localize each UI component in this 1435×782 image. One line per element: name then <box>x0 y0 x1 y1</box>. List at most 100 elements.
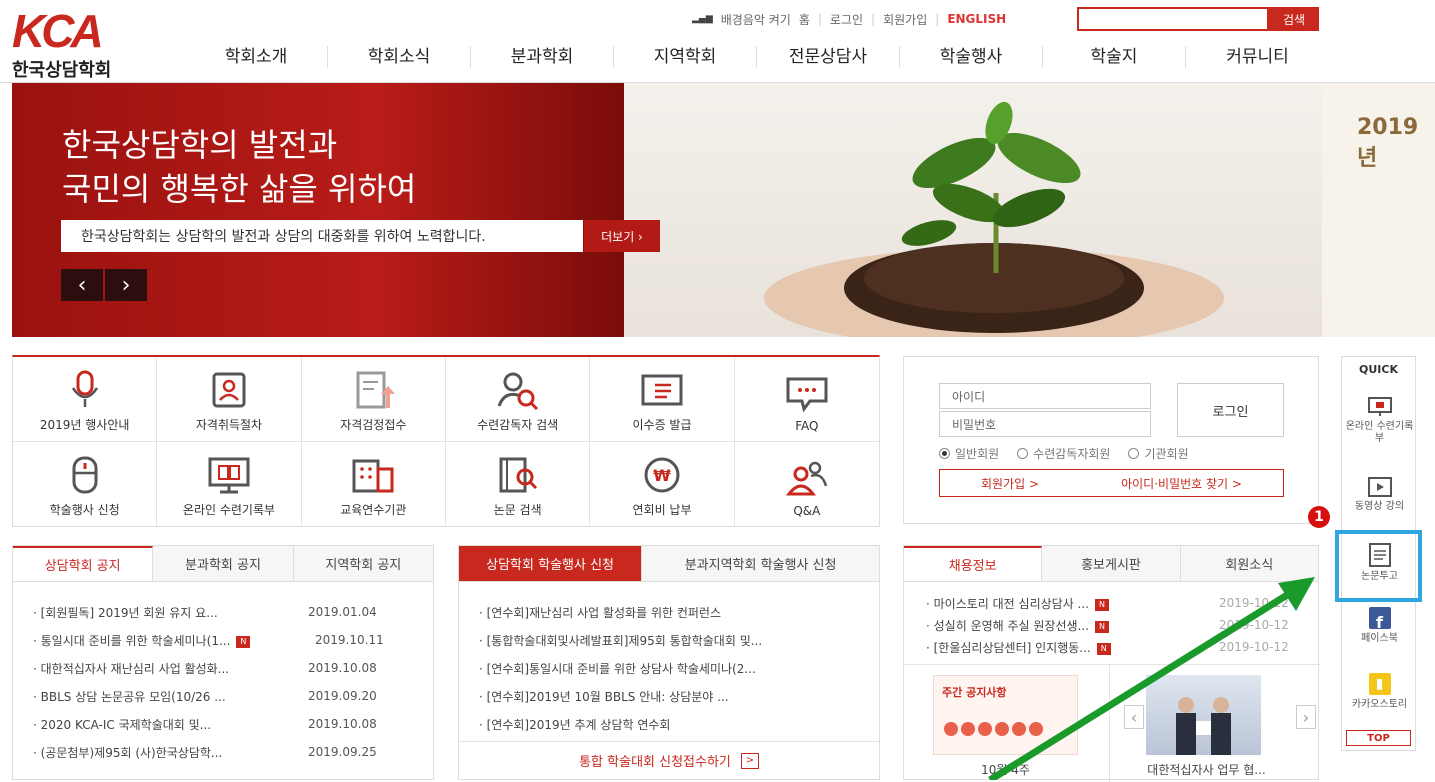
quick-service-grid: 2019년 행사안내 자격취득절차 자격검정접수 수련감독자 검색 이수증 발급… <box>12 355 880 527</box>
nav-regions[interactable]: 지역학회 <box>614 46 757 68</box>
radio-label: 기관회원 <box>1144 447 1189 461</box>
won-coin-icon: ₩ <box>644 457 680 493</box>
list-item[interactable]: · BBLS 상담 논문공유 모임(10/26 ... 2019.09.20 <box>33 682 423 710</box>
util-home[interactable]: 홈 <box>799 11 810 28</box>
tab-region-notice[interactable]: 지역학회 공지 <box>293 546 433 581</box>
mouse-icon <box>72 456 98 494</box>
banner-controls: ‹ › <box>61 269 147 301</box>
quick-facebook[interactable]: f 페이스북 <box>1342 607 1417 645</box>
divider: | <box>817 12 822 26</box>
main-nav: 학회소개 학회소식 분과학회 지역학회 전문상담사 학술행사 학술지 커뮤니티 <box>185 44 1329 70</box>
find-account-link[interactable]: 아이디·비밀번호 찾기 > <box>1121 475 1242 492</box>
login-box: 아이디 비밀번호 로그인 일반회원 수련감독자회원 기관회원 회원가입 > 아이… <box>903 356 1319 524</box>
banner-prev-button[interactable]: ‹ <box>61 269 103 301</box>
tab-division-notice[interactable]: 분과학회 공지 <box>153 546 294 581</box>
list-item[interactable]: · [회원필독] 2019년 회원 유지 요... 2019.01.04 <box>33 598 423 626</box>
banner-more-button[interactable]: 더보기 › <box>584 220 660 252</box>
back-to-top-button[interactable]: TOP <box>1346 730 1411 746</box>
nav-events[interactable]: 학술행사 <box>900 46 1043 68</box>
svg-text:₩: ₩ <box>653 466 671 485</box>
service-events-guide[interactable]: 2019년 행사안내 <box>13 357 158 442</box>
logo-mark: KCA <box>12 5 104 57</box>
item-title: · [연수회]2019년 10월 BBLS 안내: 상담분야 ... <box>479 689 729 704</box>
music-icon[interactable]: ▂▄▆ <box>692 14 713 24</box>
radio-dot <box>1128 448 1140 459</box>
tab-kca-notice[interactable]: 상담학회 공지 <box>13 546 154 581</box>
list-item[interactable]: · 대한적십자사 재난심리 사업 활성화... 2019.10.08 <box>33 654 423 682</box>
service-label: Q&A <box>793 504 821 518</box>
service-cert-apply[interactable]: 자격검정접수 <box>301 357 446 442</box>
nav-news[interactable]: 학회소식 <box>328 46 471 68</box>
quick-kakaostory[interactable]: ▮ 카카오스토리 <box>1342 673 1417 711</box>
service-supervisor-search[interactable]: 수련감독자 검색 <box>445 357 591 442</box>
list-item[interactable]: · 2020 KCA-IC 국제학술대회 및... 2019.10.08 <box>33 710 423 738</box>
search-button[interactable]: 검색 <box>1269 7 1319 31</box>
item-date: 2019.10.08 <box>308 661 377 675</box>
list-item[interactable]: · [통합학술대회및사례발표회]제95회 통합학술대회 및... <box>479 626 879 654</box>
service-annual-fee[interactable]: ₩ 연회비 납부 <box>590 441 735 526</box>
login-button[interactable]: 로그인 <box>1177 383 1284 437</box>
nav-divisions[interactable]: 분과학회 <box>471 46 614 68</box>
util-english[interactable]: ENGLISH <box>947 12 1006 26</box>
banner-title-line2: 국민의 행복한 삶을 위하여 <box>62 170 417 208</box>
service-label: 자격취득절차 <box>195 417 263 432</box>
service-faq[interactable]: FAQ <box>734 357 879 442</box>
list-item[interactable]: · (공문첨부)제95회 (사)한국상담학... 2019.09.25 <box>33 738 423 766</box>
banner-title-line1: 한국상담학의 발전과 <box>62 126 338 164</box>
nav-counselor[interactable]: 전문상담사 <box>757 46 900 68</box>
service-label: 자격검정접수 <box>340 417 407 432</box>
list-item[interactable]: · [연수회]2019년 10월 BBLS 안내: 상담분야 ... <box>479 682 879 710</box>
util-join[interactable]: 회원가입 <box>883 11 927 28</box>
item-title: · 대한적십자사 재난심리 사업 활성화... <box>33 661 230 676</box>
monitor-icon <box>1367 397 1392 416</box>
service-training-org[interactable]: 교육연수기관 <box>302 441 446 526</box>
chevron-right-icon: > <box>740 752 759 769</box>
quick-title: QUICK <box>1359 362 1398 376</box>
banner-next-button[interactable]: › <box>105 269 147 301</box>
quick-video[interactable]: 동영상 강의 <box>1342 477 1417 513</box>
radio-label: 일반회원 <box>955 447 1000 461</box>
list-item[interactable]: · [연수회]재난심리 사업 활성화를 위한 컨퍼런스 <box>479 598 879 626</box>
join-link[interactable]: 회원가입 > <box>981 475 1039 492</box>
quick-label: 페이스북 <box>1361 633 1398 644</box>
quick-label: 동영상 강의 <box>1354 501 1405 512</box>
tab-kca-event-apply[interactable]: 상담학회 학술행사 신청 <box>459 546 643 581</box>
list-item[interactable]: · [연수회]통일시대 준비를 위한 상담사 학술세미나(2... <box>479 654 879 682</box>
radio-supervisor[interactable]: 수련감독자회원 <box>1017 445 1110 462</box>
person-search-icon <box>497 372 538 410</box>
tab-division-event-apply[interactable]: 분과지역학회 학술행사 신청 <box>642 546 879 581</box>
site-logo[interactable]: KCA 한국상담학회 <box>12 5 152 81</box>
util-login[interactable]: 로그인 <box>830 11 863 28</box>
service-label: 교육연수기관 <box>340 503 407 517</box>
radio-dot <box>1017 448 1029 459</box>
service-paper-search[interactable]: 논문 검색 <box>446 441 591 526</box>
password-input[interactable]: 비밀번호 <box>939 411 1151 437</box>
util-music[interactable]: 배경음악 켜기 <box>721 11 791 28</box>
service-event-apply[interactable]: 학술행사 신청 <box>13 441 158 526</box>
radio-institution[interactable]: 기관회원 <box>1128 445 1189 462</box>
conference-apply-link[interactable]: 통합 학술대회 신청접수하기 > <box>459 741 879 779</box>
item-title: · (공문첨부)제95회 (사)한국상담학... <box>33 745 223 760</box>
quick-label: 카카오스토리 <box>1351 699 1408 710</box>
utility-menu: ▂▄▆ 배경음악 켜기 홈 | 로그인 | 회원가입 | ENGLISH <box>692 10 1006 28</box>
radio-general[interactable]: 일반회원 <box>939 445 999 462</box>
list-item[interactable]: · 통일시대 준비를 위한 학술세미나(1... N 2019.10.11 <box>33 626 423 654</box>
nav-journal[interactable]: 학술지 <box>1043 46 1186 68</box>
service-qna[interactable]: Q&A <box>735 442 879 527</box>
item-date: 2019.10.08 <box>308 717 377 731</box>
new-badge: N <box>236 635 251 648</box>
list-item[interactable]: · [연수회]2019년 추계 상담학 연수회 <box>479 710 879 738</box>
username-input[interactable]: 아이디 <box>939 383 1151 409</box>
service-online-log[interactable]: 온라인 수련기록부 <box>157 441 302 526</box>
video-icon <box>1367 477 1392 497</box>
service-label: FAQ <box>795 418 819 433</box>
service-certificate[interactable]: 이수증 발급 <box>590 357 735 442</box>
item-title: · [회원필독] 2019년 회원 유지 요... <box>33 605 218 620</box>
nav-about[interactable]: 학회소개 <box>185 46 328 68</box>
banner-title: 한국상담학의 발전과 국민의 행복한 삶을 위하여 <box>62 123 416 211</box>
nav-community[interactable]: 커뮤니티 <box>1186 46 1329 68</box>
quick-online-log[interactable]: 온라인 수련기록부 <box>1342 397 1417 445</box>
divider: | <box>871 12 876 26</box>
search-input[interactable] <box>1077 7 1269 31</box>
service-cert-process[interactable]: 자격취득절차 <box>157 357 302 442</box>
